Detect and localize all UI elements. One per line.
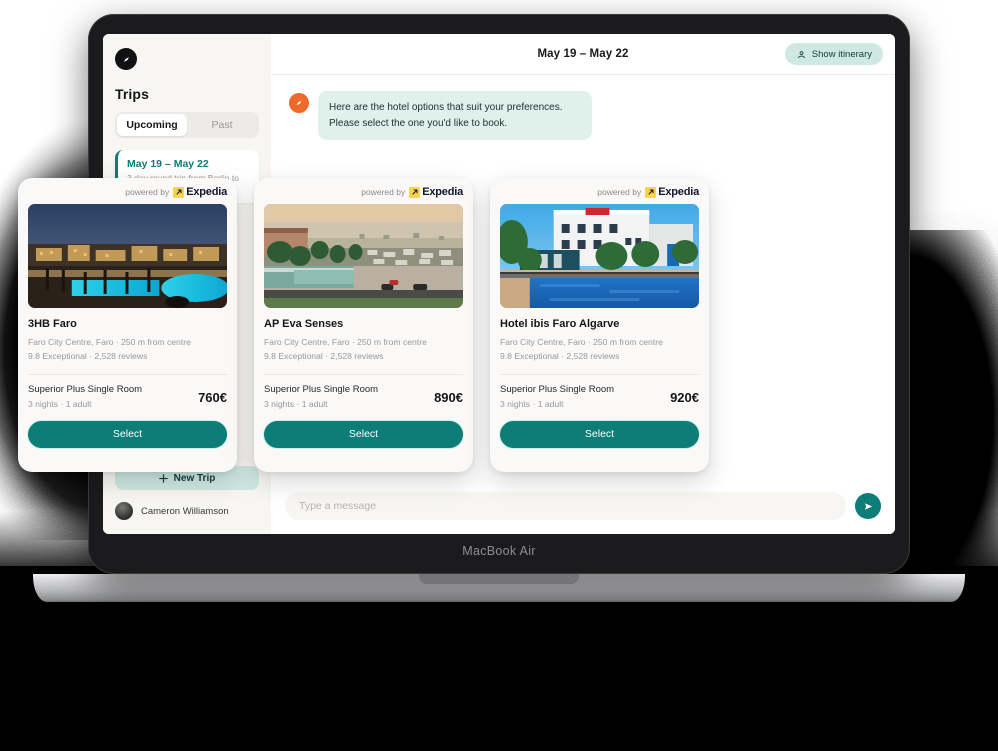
divider	[28, 373, 227, 375]
expedia-arrow-icon	[409, 186, 421, 198]
hotel-location: Faro City Centre, Faro · 250 m from cent…	[264, 337, 427, 347]
hotel-rating: 9.8 Exceptional · 2,528 reviews	[264, 350, 384, 361]
hotel-location: Faro City Centre, Faro · 250 m from cent…	[500, 337, 663, 347]
powered-by-row: powered by Expedia	[28, 186, 227, 198]
expedia-wordmark: Expedia	[186, 186, 227, 198]
send-arrow-icon	[864, 502, 872, 510]
new-trip-label: New Trip	[173, 472, 216, 484]
powered-by-label: powered by	[125, 187, 170, 197]
trip-filter-tabs: Upcoming Past	[115, 112, 259, 138]
room-name: Superior Plus Single Room	[500, 383, 615, 395]
powered-by-label: powered by	[361, 187, 406, 197]
hotel-photo	[500, 204, 699, 308]
hotel-name: 3HB Faro	[28, 318, 77, 330]
hotel-rating: 9.8 Exceptional · 2,528 reviews	[28, 350, 148, 361]
powered-by-row: powered by Expedia	[264, 186, 463, 198]
assistant-logo-icon	[289, 93, 309, 113]
expedia-arrow-icon	[645, 186, 657, 198]
show-itinerary-label: Show itinerary	[811, 48, 872, 60]
tab-past[interactable]: Past	[187, 114, 257, 136]
expedia-wordmark: Expedia	[422, 186, 463, 198]
send-button[interactable]	[855, 493, 881, 519]
room-meta: 3 nights · 1 adult	[28, 398, 92, 409]
compass-logo-icon[interactable]	[115, 48, 137, 70]
scene-background: MacBook Air Trips Upcoming Past May 19 –…	[0, 0, 998, 751]
room-name: Superior Plus Single Room	[28, 383, 143, 395]
room-row: Superior Plus Single Room 3 nights · 1 a…	[500, 384, 699, 409]
hotel-photo	[264, 204, 463, 308]
hotel-name: Hotel ibis Faro Algarve	[500, 318, 620, 330]
room-info: Superior Plus Single Room 3 nights · 1 a…	[28, 384, 142, 409]
expedia-logo: Expedia	[645, 186, 699, 198]
assistant-message-bubble: Here are the hotel options that suit you…	[318, 91, 592, 140]
room-row: Superior Plus Single Room 3 nights · 1 a…	[28, 384, 227, 409]
expedia-logo: Expedia	[173, 186, 227, 198]
page-title: Trips	[115, 86, 149, 102]
map-pin-icon	[797, 50, 805, 58]
user-name: Cameron Williamson	[141, 505, 229, 517]
divider	[500, 373, 699, 375]
laptop-base-shadow	[78, 600, 920, 616]
divider	[264, 373, 463, 375]
room-name: Superior Plus Single Room	[264, 383, 379, 395]
select-button[interactable]: Select	[28, 420, 227, 448]
room-meta: 3 nights · 1 adult	[264, 398, 328, 409]
avatar	[115, 502, 133, 520]
powered-by-row: powered by Expedia	[500, 186, 699, 198]
hotel-card[interactable]: powered by Expedia	[18, 178, 237, 472]
hotel-photo	[28, 204, 227, 308]
topbar: May 19 – May 22 Show itinerary	[271, 34, 895, 75]
room-info: Superior Plus Single Room 3 nights · 1 a…	[264, 384, 378, 409]
hotel-location: Faro City Centre, Faro · 250 m from cent…	[28, 337, 191, 347]
topbar-title: May 19 – May 22	[537, 48, 629, 60]
price: 920€	[670, 389, 699, 405]
chat-message-row: Here are the hotel options that suit you…	[289, 91, 877, 140]
laptop-base	[33, 574, 965, 602]
price: 890€	[434, 389, 463, 405]
show-itinerary-button[interactable]: Show itinerary	[784, 43, 883, 65]
hotel-rating: 9.8 Exceptional · 2,528 reviews	[500, 350, 620, 361]
select-button[interactable]: Select	[264, 420, 463, 448]
tab-upcoming[interactable]: Upcoming	[117, 114, 187, 136]
select-button[interactable]: Select	[500, 420, 699, 448]
price: 760€	[198, 389, 227, 405]
hotel-card[interactable]: powered by Expedia	[490, 178, 709, 472]
expedia-arrow-icon	[173, 186, 185, 198]
hotel-options-carousel: powered by Expedia 3HB Faro Faro City Ce…	[18, 178, 718, 472]
expedia-wordmark: Expedia	[658, 186, 699, 198]
room-info: Superior Plus Single Room 3 nights · 1 a…	[500, 384, 614, 409]
hotel-card[interactable]: powered by Expedia	[254, 178, 473, 472]
laptop-model-label: MacBook Air	[462, 544, 536, 558]
powered-by-label: powered by	[597, 187, 642, 197]
hotel-name: AP Eva Senses	[264, 318, 344, 330]
message-composer	[271, 482, 895, 534]
room-row: Superior Plus Single Room 3 nights · 1 a…	[264, 384, 463, 409]
user-profile-row[interactable]: Cameron Williamson	[115, 502, 259, 524]
message-input[interactable]	[285, 492, 846, 520]
plus-icon	[158, 473, 168, 483]
trip-dates: May 19 – May 22	[127, 158, 209, 170]
expedia-logo: Expedia	[409, 186, 463, 198]
room-meta: 3 nights · 1 adult	[500, 398, 564, 409]
